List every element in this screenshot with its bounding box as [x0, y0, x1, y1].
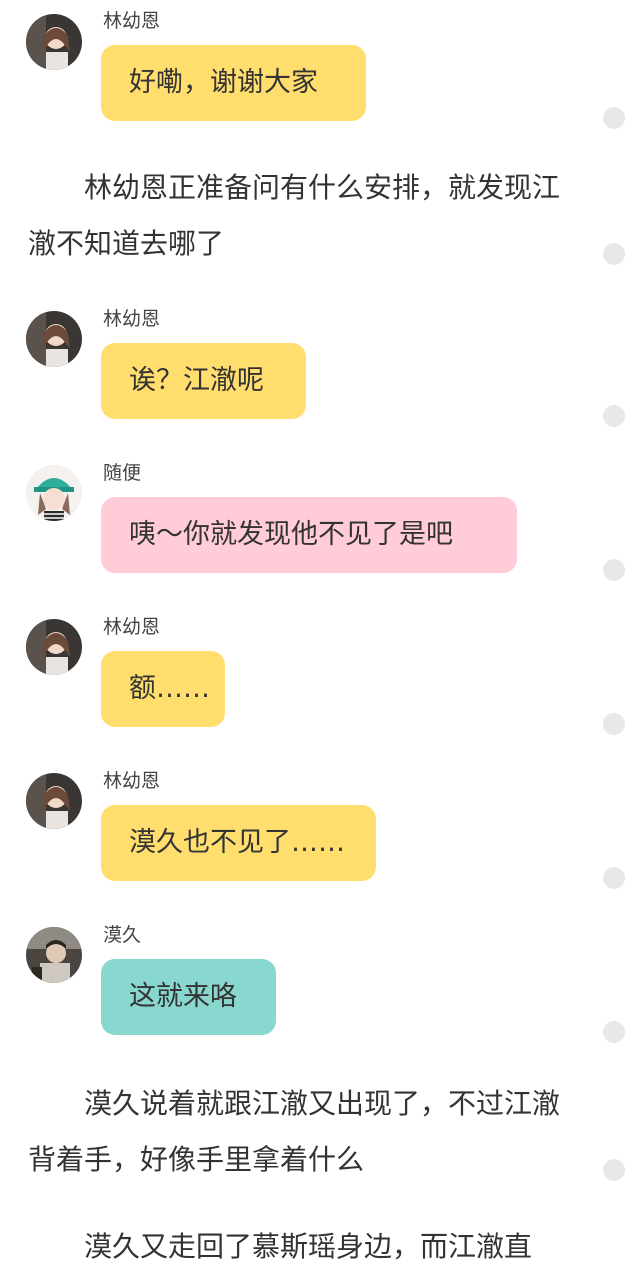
comment-dot[interactable] [603, 107, 625, 129]
speaker-name: 林幼恩 [103, 308, 161, 330]
comment-dot[interactable] [603, 713, 625, 735]
comment-dot[interactable] [603, 243, 625, 265]
comment-dot[interactable] [603, 559, 625, 581]
speaker-name: 漠久 [103, 924, 142, 946]
avatar-linyouen[interactable] [26, 619, 82, 675]
message-bubble[interactable]: 这就来咯 [101, 959, 276, 1035]
message-bubble[interactable]: 额…… [101, 651, 225, 727]
message-bubble[interactable]: 咦～你就发现他不见了是吧 [101, 497, 517, 573]
avatar-suibian[interactable] [26, 465, 82, 521]
speaker-name: 林幼恩 [103, 770, 161, 792]
avatar-linyouen[interactable] [26, 14, 82, 70]
narration-paragraph: 漠久又走回了慕斯瑶身边，而江澈直 [84, 1230, 533, 1263]
avatar-linyouen[interactable] [26, 311, 82, 367]
speaker-name: 林幼恩 [103, 10, 161, 32]
message-bubble[interactable]: 好嘞，谢谢大家 [101, 45, 366, 121]
speaker-name: 林幼恩 [103, 616, 161, 638]
comment-dot[interactable] [603, 867, 625, 889]
comment-dot[interactable] [603, 1021, 625, 1043]
narration-paragraph: 林幼恩正准备问有什么安排，就发现江澈不知道去哪了 [28, 171, 561, 260]
avatar-linyouen[interactable] [26, 773, 82, 829]
comment-dot[interactable] [603, 1159, 625, 1181]
avatar-mojiu[interactable] [26, 927, 82, 983]
message-bubble[interactable]: 诶？江澈呢 [101, 343, 306, 419]
message-bubble[interactable]: 漠久也不见了…… [101, 805, 376, 881]
narration-paragraph: 漠久说着就跟江澈又出现了，不过江澈背着手，好像手里拿着什么 [28, 1087, 561, 1176]
comment-dot[interactable] [603, 405, 625, 427]
speaker-name: 随便 [103, 462, 142, 484]
